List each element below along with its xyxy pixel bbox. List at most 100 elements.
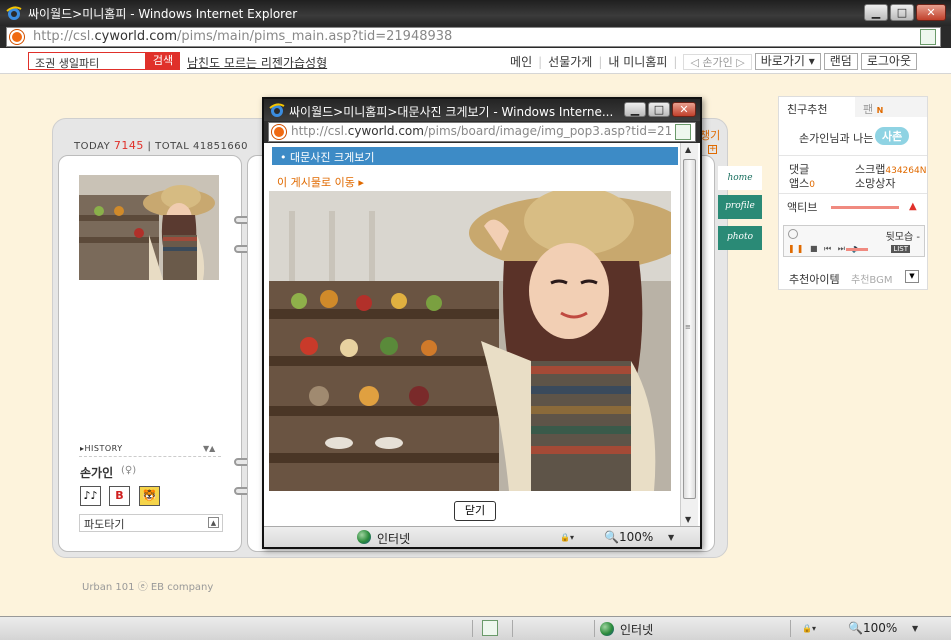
main-statusbar: 인터넷 🔒▾ 🔍100% ▼ xyxy=(0,616,951,640)
tab-fan[interactable]: 팬 N xyxy=(855,97,927,117)
divider xyxy=(472,620,473,637)
search-input[interactable]: 조권 생일파티 xyxy=(28,52,146,70)
protected-mode-icon[interactable]: 🔒▾ xyxy=(560,533,574,542)
logout-button[interactable]: 로그아웃 xyxy=(860,53,917,70)
tab-friend-recommend[interactable]: 친구추천 xyxy=(787,101,827,117)
user-mini-switcher[interactable]: ◁ 손가인 ▷ xyxy=(683,53,752,70)
b-badge-icon[interactable]: B xyxy=(109,486,130,506)
nav-gift-shop-link[interactable]: 선물가게 xyxy=(548,53,592,70)
popup-minimize-button[interactable]: ▁ xyxy=(624,102,646,117)
close-icon: ✕ xyxy=(679,103,689,116)
new-badge: N xyxy=(876,106,884,115)
maximize-icon: □ xyxy=(653,103,665,116)
chevron-down-icon[interactable]: ▼ xyxy=(912,624,918,633)
promo-link[interactable]: 남친도 모르는 리젠가습성형 xyxy=(187,54,327,71)
volume-slider[interactable] xyxy=(846,248,868,251)
goto-post-link[interactable]: 이 게시물로 이동 ▸ xyxy=(277,174,364,190)
scroll-up-icon[interactable]: ▲ xyxy=(685,145,691,154)
tab-profile[interactable]: profile xyxy=(718,195,762,219)
minimize-icon: ▁ xyxy=(630,103,640,116)
popup-zone-label: 인터넷 xyxy=(377,532,411,546)
pause-icon: ❚❚ xyxy=(788,244,806,253)
ie-logo-icon xyxy=(6,6,22,20)
popup-address-url: http://csl.cyworld.com/pims/board/image/… xyxy=(291,124,671,138)
address-bar: http://csl.cyworld.com/pims/main/pims_ma… xyxy=(0,26,951,48)
large-profile-photo xyxy=(269,191,671,491)
pado-label: 파도타기 xyxy=(84,518,125,531)
owner-name: 손가인 xyxy=(80,466,114,480)
new-badge: N xyxy=(919,166,927,176)
chevron-up-icon: ▲ xyxy=(208,517,219,528)
bgm-song-title: 뒷모습 - xyxy=(885,232,920,243)
minimize-button[interactable]: ▁ xyxy=(864,4,888,21)
plus-icon[interactable]: + xyxy=(708,145,717,154)
bgm-player: 뒷모습 - ❚❚ ■ ⏮ ⏭ 🔈 LIST xyxy=(783,225,925,257)
page-status-icon xyxy=(482,620,498,636)
popup-zoom-level[interactable]: 🔍100% xyxy=(604,530,653,544)
protected-mode-icon[interactable]: 🔒▾ xyxy=(802,624,816,633)
recommended-bgm-link[interactable]: 추천BGM xyxy=(851,271,892,286)
nav-my-minihompy-link[interactable]: 내 미니홈피 xyxy=(608,53,667,70)
popup-address-input[interactable]: http://csl.cyworld.com/pims/board/image/… xyxy=(268,122,696,142)
owner-gender: (♀) xyxy=(121,465,137,476)
popup-titlebar: 싸이월드>미니홈피>대문사진 크게보기 - Windows Interne...… xyxy=(264,99,700,121)
scroll-grip-icon: ≡ xyxy=(685,323,691,331)
divider xyxy=(779,193,927,194)
window-title: 싸이월드>미니홈피 - Windows Internet Explorer xyxy=(28,7,298,21)
nav-divider: | xyxy=(598,54,603,69)
tab-photo[interactable]: photo xyxy=(718,226,762,250)
internet-zone-icon xyxy=(600,622,614,636)
shortcut-dropdown[interactable]: 바로가기 ▾ xyxy=(754,53,821,70)
profile-photo[interactable] xyxy=(79,175,219,280)
popup-maximize-button[interactable]: □ xyxy=(648,102,670,117)
popup-content: • 대문사진 크게보기 이 게시물로 이동 ▸ 닫기 xyxy=(264,143,680,526)
divider xyxy=(790,620,791,637)
wish-box-link[interactable]: 소망상자 xyxy=(855,175,895,191)
random-button[interactable]: 랜덤 xyxy=(823,53,858,70)
ie-logo-icon xyxy=(269,103,285,117)
internet-zone-icon xyxy=(357,530,371,544)
cyworld-favicon-icon xyxy=(272,125,286,139)
nav-divider: | xyxy=(538,54,543,69)
compatibility-view-icon[interactable] xyxy=(675,124,691,140)
popup-close-button[interactable]: 닫기 xyxy=(454,501,496,521)
chevron-down-icon[interactable]: ▼ xyxy=(668,533,674,542)
tiger-badge-icon[interactable]: 🐯 xyxy=(139,486,160,506)
bgm-list-button[interactable]: LIST xyxy=(891,245,910,253)
search-button[interactable]: 검색 xyxy=(146,52,180,70)
relation-badge[interactable]: 사촌 xyxy=(875,127,910,145)
arrow-up-icon: ▲ xyxy=(909,201,917,212)
popup-scrollbar[interactable]: ▲ ≡ ▼ xyxy=(680,143,698,526)
minimize-icon: ▁ xyxy=(871,6,881,19)
active-label: 액티브 xyxy=(787,201,818,214)
close-icon: ✕ xyxy=(926,6,936,19)
chevron-down-icon[interactable]: ▼ xyxy=(905,270,919,283)
close-window-button[interactable]: ✕ xyxy=(916,4,946,21)
photo-popup-window: 싸이월드>미니홈피>대문사진 크게보기 - Windows Interne...… xyxy=(262,97,702,549)
pado-dropdown[interactable]: 파도타기 ▲ xyxy=(79,514,223,532)
footer-credit: Urban 101 ⓔ EB company xyxy=(82,582,214,593)
popup-statusbar: 인터넷 🔒▾ 🔍100% ▼ xyxy=(264,526,700,547)
history-label[interactable]: ▸HISTORY xyxy=(80,444,123,453)
music-badge-icon[interactable]: ♪♪ xyxy=(80,486,101,506)
tab-home[interactable]: home xyxy=(718,166,762,190)
popup-header: • 대문사진 크게보기 xyxy=(272,147,678,165)
recommended-items-link[interactable]: 추천아이템 xyxy=(789,271,840,287)
popup-close-window-button[interactable]: ✕ xyxy=(672,102,696,117)
maximize-button[interactable]: □ xyxy=(890,4,914,21)
visitor-counter: TODAY 7145 | TOTAL 41851660 xyxy=(74,139,248,152)
nav-main-link[interactable]: 메인 xyxy=(510,53,532,70)
maximize-icon: □ xyxy=(896,6,908,19)
history-toggle-icon[interactable]: ▼▲ xyxy=(203,444,215,453)
zoom-level[interactable]: 🔍100% xyxy=(848,621,897,635)
main-window-titlebar: 싸이월드>미니홈피 - Windows Internet Explorer ▁ … xyxy=(0,0,951,26)
friend-relation-text: 손가인님과 나는 xyxy=(799,132,874,145)
address-input[interactable]: http://csl.cyworld.com/pims/main/pims_ma… xyxy=(6,27,941,47)
zone-label: 인터넷 xyxy=(620,623,654,637)
active-level-bar xyxy=(831,206,899,209)
compatibility-view-icon[interactable] xyxy=(920,29,936,45)
apps-link[interactable]: 앱스0 xyxy=(789,175,815,191)
divider xyxy=(779,155,927,156)
scroll-down-icon[interactable]: ▼ xyxy=(685,515,691,524)
popup-title: 싸이월드>미니홈피>대문사진 크게보기 - Windows Interne... xyxy=(289,105,614,119)
